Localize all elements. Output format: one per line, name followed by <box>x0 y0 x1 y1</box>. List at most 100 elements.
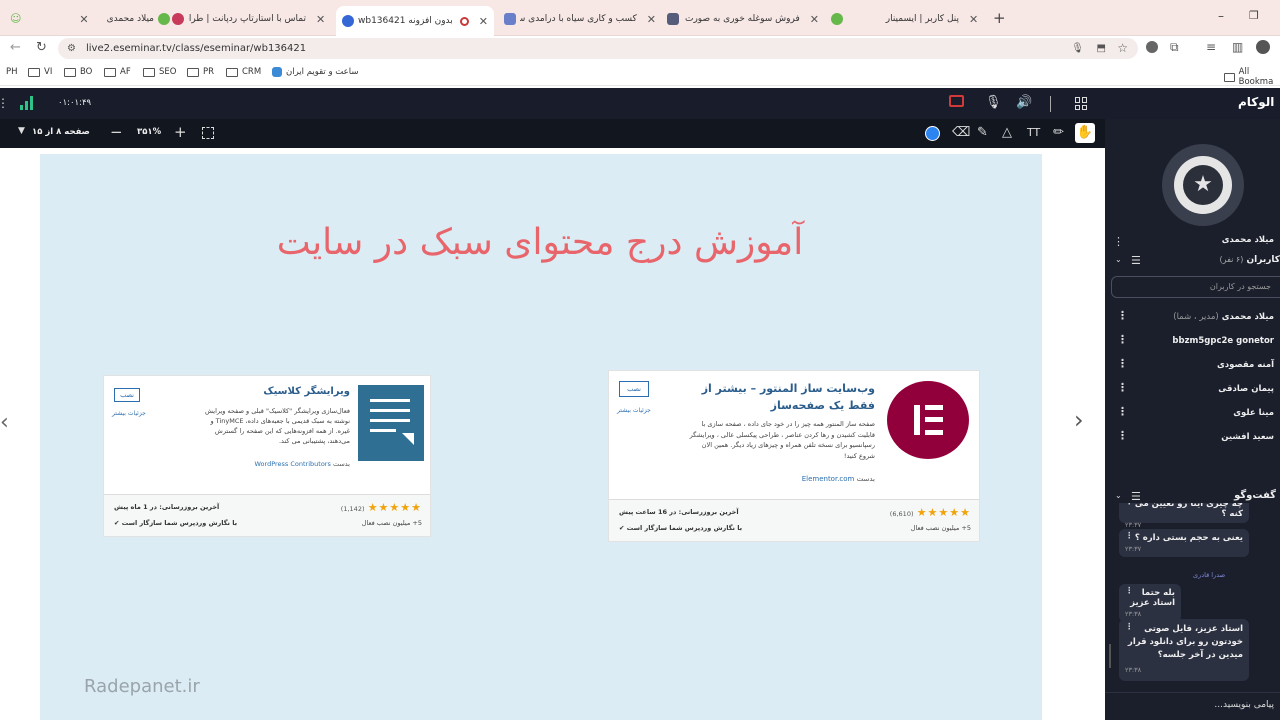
user-row[interactable]: ⋮ bbzm5gpc2e gonetor <box>1105 331 1280 353</box>
bookmark-seo[interactable]: SEO <box>143 67 176 77</box>
browser-app-icon[interactable]: ☺ <box>10 12 22 25</box>
color-picker-button[interactable] <box>925 126 940 141</box>
bookmark-label: SEO <box>159 67 177 77</box>
fullscreen-icon[interactable] <box>202 127 214 139</box>
maximize-button[interactable]: ❐ <box>1249 9 1259 22</box>
microphone-icon[interactable]: 🎙 <box>985 95 1002 111</box>
chat-scrollbar[interactable] <box>1109 644 1111 668</box>
host-menu-icon[interactable]: ⋮ <box>1113 235 1124 248</box>
message-time: ۲۳:۳۸ <box>1125 666 1142 674</box>
plugin-card-elementor: وب‌سایت ساز المنتور – بیشتر از فقط یک صفح… <box>608 370 980 542</box>
user-menu-icon[interactable]: ⋮ <box>1117 429 1128 442</box>
minimize-button[interactable]: – <box>1218 9 1224 23</box>
pan-hand-icon[interactable]: ✋ <box>1075 123 1095 143</box>
tab-close-icon[interactable]: ✕ <box>969 13 978 26</box>
tab-4[interactable]: کسب و کاری سیاه با درآمدی سف... ✕ <box>504 8 656 30</box>
user-menu-icon[interactable]: ⋮ <box>1117 309 1128 322</box>
bookmark-vi[interactable]: VI <box>28 67 52 77</box>
speaker-icon[interactable]: 🔊 <box>1016 95 1032 111</box>
highlighter-icon[interactable]: ✎ <box>977 125 988 141</box>
menu-icon[interactable]: ⋮ <box>0 96 9 110</box>
eraser-icon[interactable]: ⌫ <box>952 125 970 141</box>
account-avatar[interactable] <box>1256 40 1270 54</box>
host-name: میلاد محمدی <box>1221 235 1274 245</box>
page-indicator[interactable]: صفحه ۸ از ۱۵ <box>32 127 90 137</box>
user-menu-icon[interactable]: ⋮ <box>1117 405 1128 418</box>
user-name: مینا علوی <box>1233 408 1274 418</box>
message-input[interactable]: پیامی بنویسید... <box>1105 692 1280 720</box>
user-row[interactable]: ⋮ مینا علوی <box>1105 403 1280 425</box>
message-menu-icon[interactable]: ⋮ <box>1125 531 1134 541</box>
url-field[interactable]: ⚙ live2.eseminar.tv/class/eseminar/wb136… <box>58 38 1138 59</box>
tab-1[interactable]: ✕ میلاد محمدی <box>60 8 170 30</box>
next-slide-button[interactable]: › <box>1074 406 1084 434</box>
install-button[interactable]: نصب <box>114 388 140 402</box>
zoom-in-button[interactable]: + <box>174 123 187 141</box>
user-menu-icon[interactable]: ⋮ <box>1117 381 1128 394</box>
message-menu-icon[interactable]: ⋮ <box>1125 503 1134 507</box>
back-icon[interactable]: ← <box>10 40 21 55</box>
user-menu-icon[interactable]: ⋮ <box>1117 357 1128 370</box>
bookmark-star-icon[interactable]: ☆ <box>1117 38 1128 59</box>
bookmark-crm[interactable]: CRM <box>226 67 261 77</box>
users-collapse-icon[interactable]: ⌄ <box>1115 255 1122 264</box>
bookmark-ph[interactable]: PH <box>6 67 18 77</box>
chat-collapse-icon[interactable]: ⌄ <box>1115 491 1122 500</box>
user-row[interactable]: ⋮ سعید افشین <box>1105 427 1280 449</box>
message-menu-icon[interactable]: ⋮ <box>1125 621 1134 634</box>
last-updated: آخرین بروزرسانی: در 1 ماه پیش <box>114 503 220 511</box>
tab-close-icon[interactable]: ✕ <box>479 15 488 28</box>
tab-3-active[interactable]: wb136421 دورس بدون افزونه ✕ <box>336 6 494 36</box>
zoom-out-button[interactable]: − <box>110 123 123 141</box>
new-tab-button[interactable]: + <box>993 9 1006 27</box>
camera-off-icon[interactable] <box>949 95 964 107</box>
chat-messages: ⋮چه چیزی اینا رو تعیین می کنه ؟۲۳:۳۷ ⋮یع… <box>1105 503 1280 685</box>
more-details-link[interactable]: جزئیات بیشتر <box>112 410 146 417</box>
bookmark-time-ir[interactable]: ساعت و تقویم ایران <box>272 67 358 77</box>
mic-icon[interactable]: 🎙 <box>1071 38 1084 59</box>
tab-6[interactable]: پنل کاربر | ایسمینار ✕ <box>831 8 983 30</box>
tab-5[interactable]: فروش سوغله خوری به صورت تک... ✕ <box>667 8 819 30</box>
plugin-title: وب‌سایت ساز المنتور – بیشتر از فقط یک صفح… <box>689 380 875 414</box>
tab-2[interactable]: تماس با استارتاپ ردپانت | طراحی ✕ <box>172 8 334 30</box>
message-menu-icon[interactable]: ⋮ <box>1125 586 1134 596</box>
site-info-icon[interactable]: ⚙ <box>67 38 76 59</box>
user-menu-icon[interactable]: ⋮ <box>1117 333 1128 346</box>
bookmark-af[interactable]: AF <box>104 67 131 77</box>
user-search-input[interactable]: جستجو در کاربران <box>1111 276 1280 298</box>
author-link[interactable]: Elementor.com <box>802 475 855 483</box>
profile-icon[interactable] <box>1146 41 1158 53</box>
all-bookmarks[interactable]: All Bookma <box>1224 67 1280 87</box>
install-button[interactable]: نصب <box>619 381 649 397</box>
divider <box>1050 96 1051 112</box>
bookmark-bo[interactable]: BO <box>64 67 92 77</box>
user-row[interactable]: ⋮ پیمان صادقی <box>1105 379 1280 401</box>
users-filter-icon[interactable]: ☰ <box>1131 254 1141 267</box>
reading-list-icon[interactable]: ≡ <box>1206 40 1216 54</box>
shapes-icon[interactable]: △ <box>1002 125 1012 141</box>
active-installs: 5+ میلیون نصب فعال <box>910 524 971 532</box>
tab-favicon <box>342 15 354 27</box>
side-panel: ★ ⋮ میلاد محمدی ⌄ ☰ کاربران (۶ نفر) جستج… <box>1105 119 1280 720</box>
grid-layout-icon[interactable] <box>1075 97 1088 110</box>
user-row[interactable]: ⋮ آمنه مقصودی <box>1105 355 1280 377</box>
tab-close-icon[interactable]: ✕ <box>810 13 819 26</box>
side-panel-icon[interactable]: ▥ <box>1232 40 1243 54</box>
more-details-link[interactable]: جزئیات بیشتر <box>617 407 651 414</box>
extensions-icon[interactable]: ⧉ <box>1170 40 1179 55</box>
tab-close-icon[interactable]: ✕ <box>79 13 88 26</box>
author-link[interactable]: WordPress Contributors <box>254 460 330 468</box>
prev-slide-button[interactable]: ‹ <box>0 410 9 435</box>
plugin-title-line1: وب‌سایت ساز المنتور – بیشتر از <box>701 382 875 395</box>
text-tool-icon[interactable]: TT <box>1027 125 1040 141</box>
install-icon[interactable]: ⬒ <box>1097 38 1106 59</box>
rating: ★★★★★ (6,610) <box>890 506 971 519</box>
chat-filter-icon[interactable]: ☰ <box>1131 490 1141 503</box>
tab-close-icon[interactable]: ✕ <box>647 13 656 26</box>
user-row[interactable]: ⋮ میلاد محمدی (مدیر ، شما) <box>1105 307 1280 329</box>
reload-icon[interactable]: ↻ <box>36 40 47 55</box>
bookmark-pr[interactable]: PR <box>187 67 214 77</box>
tab-close-icon[interactable]: ✕ <box>316 13 325 26</box>
pencil-icon[interactable]: ✏ <box>1053 125 1064 141</box>
pages-dropdown-icon[interactable]: ▼ <box>18 126 25 136</box>
